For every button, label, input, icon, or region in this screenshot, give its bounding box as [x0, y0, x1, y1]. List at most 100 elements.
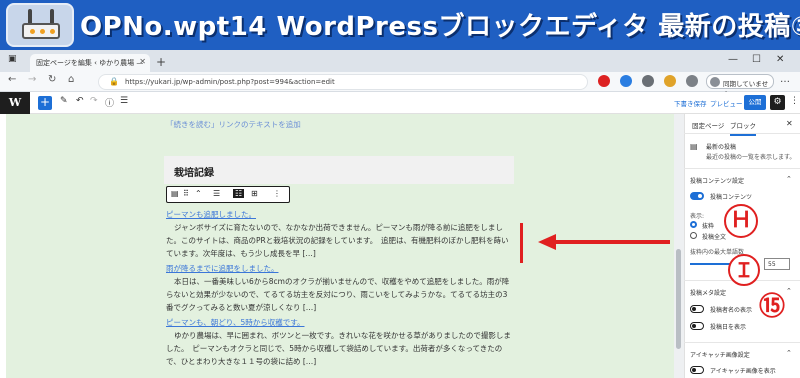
annotation-mark-i: Ｉ [728, 254, 760, 286]
readmore-link-placeholder[interactable]: 「続きを読む」リンクのテキストを追加 [166, 119, 301, 130]
latest-post-item: 雨が降るまでに追肥をしました。 本日は、一番美味しい6から8cmのオクラが揃いま… [166, 262, 511, 314]
list-view-toggle-icon[interactable]: ☷ [233, 189, 245, 198]
divider [684, 133, 800, 134]
post-excerpt: ジャンボサイズに育たないので、なかなか出荷できません。ピーマンも雨が降る前に追肥… [166, 223, 509, 258]
undo-icon[interactable]: ↶ [76, 96, 84, 106]
max-words-input[interactable]: 55 [764, 258, 790, 270]
grid-view-icon[interactable]: ⊞ [251, 189, 258, 198]
window-close-icon[interactable]: ✕ [776, 54, 784, 65]
latest-post-item: ピーマンも、朝どり、5時から収穫です。 ゆかり農場は、早に囲まれ、ボツンと一枚で… [166, 316, 511, 368]
annotation-arrow-line [554, 240, 670, 244]
favorites-icon[interactable] [664, 75, 676, 87]
preview-button[interactable]: プレビュー [710, 98, 743, 108]
post-content-toggle[interactable] [690, 192, 704, 200]
chevron-up-icon[interactable]: ⌃ [786, 287, 792, 295]
home-icon[interactable]: ⌂ [68, 74, 74, 85]
toggle-knob [692, 368, 696, 372]
maximize-icon[interactable]: ☐ [752, 54, 761, 65]
new-tab-icon[interactable]: + [156, 55, 166, 69]
header-banner: OPNo.wpt14 WordPressブロックエディタ 最新の投稿③ [0, 0, 800, 50]
led-icon [40, 29, 45, 34]
sync-button[interactable]: 同期していません [706, 74, 774, 98]
max-words-label: 抜粋内の最大単語数 [690, 249, 745, 256]
block-name: 最新の投稿 [706, 144, 737, 151]
block-type-icon[interactable]: ▤ [171, 189, 179, 198]
featured-image-toggle-label: アイキャッチ画像を表示 [710, 368, 776, 375]
display-label: 表示: [690, 213, 705, 220]
post-title-link[interactable]: 雨が降るまでに追肥をしました。 [166, 262, 511, 275]
list-view-icon[interactable]: ☰ [120, 96, 128, 106]
block-description: 最近の投稿の一覧を表示します。 [706, 154, 796, 161]
add-block-button[interactable]: + [38, 96, 52, 110]
post-title-link[interactable]: ピーマンも、朝どり、5時から収穫です。 [166, 316, 511, 329]
tab-page[interactable]: 固定ページ [692, 120, 724, 130]
author-toggle[interactable] [690, 305, 704, 313]
lock-icon: 🔒 [109, 77, 119, 86]
close-sidebar-icon[interactable]: ✕ [786, 119, 793, 128]
radio-full-post-label: 投稿全文 [702, 234, 727, 241]
pencil-icon[interactable]: ✎ [60, 96, 68, 106]
more-icon[interactable]: … [780, 74, 790, 85]
browser-tab[interactable]: 固定ページを編集 ‹ ゆかり農場 — ✕ [30, 54, 150, 72]
scrollbar-thumb[interactable] [676, 249, 681, 349]
options-icon[interactable]: ⋮ [790, 96, 799, 106]
radio-excerpt[interactable] [690, 221, 697, 228]
publish-button[interactable]: 公開 [744, 95, 766, 110]
post-excerpt: 本日は、一番美味しい6から8cmのオクラが揃いませんので、収穫をやめて追肥をしま… [166, 277, 510, 312]
collections-icon[interactable] [686, 75, 698, 87]
window-menu-icon[interactable]: ▣ [8, 54, 17, 64]
annotation-mark-15: ⑮ [758, 292, 785, 322]
section-featured-image[interactable]: アイキャッチ画像設定 [690, 350, 750, 359]
chevron-up-icon[interactable]: ⌃ [786, 175, 792, 183]
toggle-knob [692, 324, 696, 328]
radio-excerpt-label: 抜粋 [702, 223, 715, 230]
post-title-link[interactable]: ピーマンも追肥しました。 [166, 208, 511, 221]
gear-icon[interactable]: ⚙ [770, 95, 785, 110]
featured-image-toggle[interactable] [690, 366, 704, 374]
divider [684, 168, 800, 169]
avatar [710, 77, 720, 87]
led-icon [30, 29, 35, 34]
heading-block[interactable]: 栽培記録 [164, 156, 514, 184]
date-toggle[interactable] [690, 322, 704, 330]
extension-icon[interactable] [642, 75, 654, 87]
section-post-meta[interactable]: 投稿メタ設定 [690, 288, 726, 297]
move-icon[interactable]: ⌃ [195, 189, 202, 198]
annotation-bracket [520, 223, 523, 263]
post-excerpt: ゆかり農場は、早に囲まれ、ボツンと一枚です。きれいな花を咲かせる草がありましたの… [166, 331, 511, 366]
divider [684, 342, 800, 343]
address-bar[interactable]: 🔒 https://yukari.jp/wp-admin/post.php?po… [98, 74, 588, 90]
date-toggle-label: 投稿日を表示 [710, 324, 747, 331]
url-text: https://yukari.jp/wp-admin/post.php?post… [125, 78, 335, 86]
refresh-icon[interactable]: ↻ [48, 74, 56, 85]
minimize-icon[interactable]: — [728, 54, 738, 65]
radio-full-post[interactable] [690, 232, 697, 239]
close-icon[interactable]: ✕ [139, 57, 146, 66]
latest-posts-icon: ▤ [690, 142, 698, 151]
redo-icon[interactable]: ↷ [90, 96, 98, 106]
annotation-mark-h: Ｈ [724, 204, 758, 238]
back-icon[interactable]: ← [8, 74, 16, 85]
block-toolbar: ▤ ⠿ ⌃ ☰ ☷ ⊞ ⋮ [166, 186, 290, 203]
tab-title: 固定ページを編集 ‹ ゆかり農場 — [36, 59, 144, 67]
wordpress-logo[interactable]: W [0, 92, 30, 114]
toggle-knob [692, 307, 696, 311]
latest-post-item: ピーマンも追肥しました。 ジャンボサイズに育たないので、なかなか出荷できません。… [166, 208, 511, 260]
forward-icon[interactable]: → [28, 74, 36, 85]
drag-handle-icon[interactable]: ⠿ [183, 189, 189, 198]
extension-icon[interactable] [620, 75, 632, 87]
align-icon[interactable]: ☰ [213, 189, 220, 198]
router-logo [6, 3, 74, 47]
chevron-up-icon[interactable]: ⌃ [786, 349, 792, 357]
scrollbar[interactable] [674, 114, 684, 378]
banner-title: OPNo.wpt14 WordPressブロックエディタ 最新の投稿③ [80, 12, 800, 42]
info-icon[interactable]: ⓘ [105, 96, 114, 109]
author-toggle-label: 投稿者名の表示 [710, 307, 753, 314]
save-draft-button[interactable]: 下書き保存 [674, 98, 707, 108]
toggle-knob [698, 194, 702, 198]
led-icon [50, 29, 55, 34]
block-more-icon[interactable]: ⋮ [273, 189, 281, 198]
post-content-toggle-label: 投稿コンテンツ [710, 194, 753, 201]
extension-icon[interactable] [598, 75, 610, 87]
section-post-content[interactable]: 投稿コンテンツ設定 [690, 176, 744, 185]
